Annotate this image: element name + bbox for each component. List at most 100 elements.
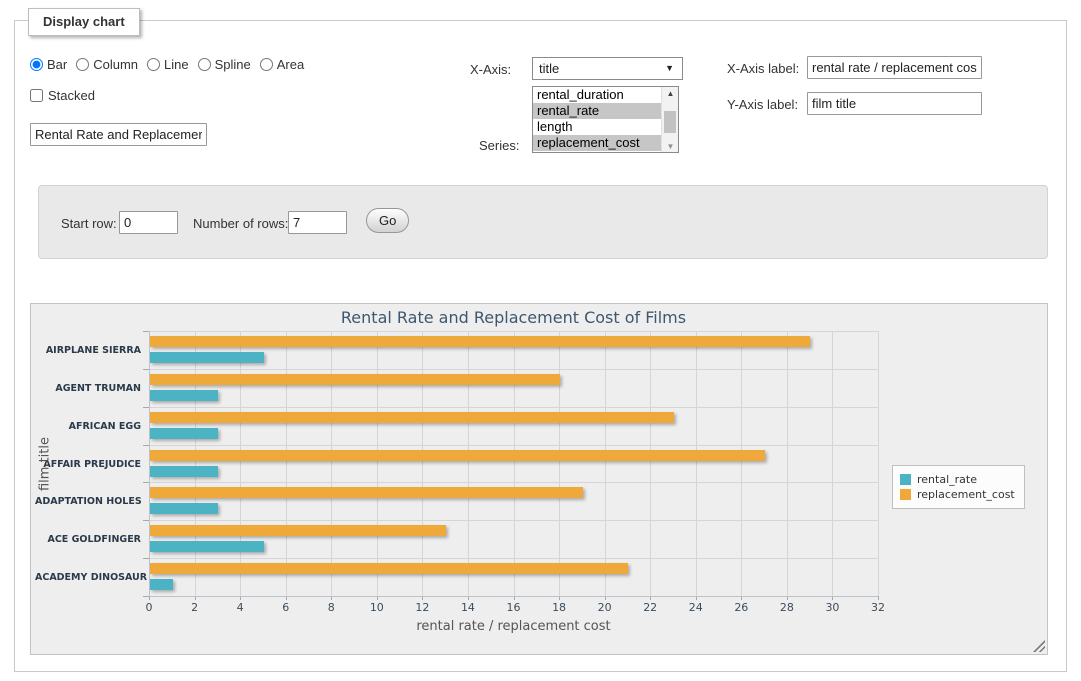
bar[interactable] — [150, 525, 446, 536]
radio-bar-label: Bar — [47, 57, 67, 72]
grid-line — [149, 445, 878, 446]
bar[interactable] — [150, 412, 674, 423]
start-row-label: Start row: — [61, 216, 117, 231]
page: Display chart Bar Column Line Spline Are… — [0, 0, 1081, 681]
x-axis-title: rental rate / replacement cost — [149, 619, 878, 634]
axis-line — [149, 596, 878, 597]
bar[interactable] — [150, 487, 583, 498]
radio-spline-input[interactable] — [198, 58, 211, 71]
series-option-rental-rate[interactable]: rental_rate — [533, 103, 661, 119]
radio-column-input[interactable] — [76, 58, 89, 71]
x-axis-label-input[interactable] — [807, 56, 982, 79]
grid-line — [286, 331, 287, 596]
radio-column-label: Column — [93, 57, 138, 72]
legend-item[interactable]: replacement_cost — [900, 488, 1015, 501]
chart-root: Rental Rate and Replacement Cost of Film… — [31, 304, 1047, 654]
stacked-label: Stacked — [48, 88, 95, 103]
chart-title: Rental Rate and Replacement Cost of Film… — [149, 308, 878, 327]
x-tick-label: 24 — [681, 601, 711, 614]
x-tick-label: 6 — [271, 601, 301, 614]
category-label: AGENT TRUMAN — [35, 383, 141, 394]
chart-type-radio-column[interactable]: Column — [76, 57, 138, 72]
bar[interactable] — [150, 563, 628, 574]
radio-line-label: Line — [164, 57, 189, 72]
series-option-rental-duration[interactable]: rental_duration — [533, 87, 661, 103]
series-option-length[interactable]: length — [533, 119, 661, 135]
x-axis-select[interactable]: title ▼ — [532, 57, 683, 80]
grid-line — [741, 331, 742, 596]
x-tick-label: 26 — [726, 601, 756, 614]
grid-line — [377, 331, 378, 596]
grid-line — [149, 482, 878, 483]
x-tick-label: 4 — [225, 601, 255, 614]
x-tick-label: 12 — [407, 601, 437, 614]
x-tick-label: 14 — [453, 601, 483, 614]
x-tick-label: 0 — [134, 601, 164, 614]
chart-title-input[interactable] — [30, 123, 207, 146]
legend-swatch — [900, 489, 911, 500]
bar[interactable] — [150, 450, 765, 461]
series-listbox[interactable]: rental_duration rental_rate length repla… — [532, 86, 679, 153]
grid-line — [559, 331, 560, 596]
number-of-rows-label: Number of rows: — [193, 216, 288, 231]
chart-type-radio-spline[interactable]: Spline — [198, 57, 251, 72]
bar[interactable] — [150, 374, 560, 385]
start-row-input[interactable] — [119, 211, 178, 234]
x-tick-label: 16 — [499, 601, 529, 614]
bar[interactable] — [150, 428, 218, 439]
bar[interactable] — [150, 503, 218, 514]
chart-type-radio-bar[interactable]: Bar — [30, 57, 67, 72]
grid-line — [149, 369, 878, 370]
legend-item[interactable]: rental_rate — [900, 473, 1015, 486]
chevron-down-icon: ▼ — [665, 63, 674, 73]
grid-line — [149, 520, 878, 521]
x-tick-label: 2 — [180, 601, 210, 614]
radio-bar-input[interactable] — [30, 58, 43, 71]
y-axis-label-input[interactable] — [807, 92, 982, 115]
chart-type-radios: Bar Column Line Spline Area — [30, 57, 313, 72]
bar[interactable] — [150, 541, 264, 552]
series-scrollbar[interactable]: ▲ ▼ — [661, 87, 678, 152]
bar[interactable] — [150, 336, 810, 347]
radio-area-label: Area — [277, 57, 304, 72]
grid-line — [149, 331, 878, 332]
grid-line — [240, 331, 241, 596]
x-tick-label: 28 — [772, 601, 802, 614]
radio-area-input[interactable] — [260, 58, 273, 71]
x-tick-label: 8 — [316, 601, 346, 614]
chart-panel: Rental Rate and Replacement Cost of Film… — [30, 303, 1048, 655]
grid-line — [149, 558, 878, 559]
category-label: ACE GOLDFINGER — [35, 534, 141, 545]
tick-mark — [878, 596, 879, 600]
scrollbar-thumb[interactable] — [664, 111, 676, 133]
grid-line — [650, 331, 651, 596]
y-axis-title: film title — [38, 436, 53, 490]
x-tick-label: 10 — [362, 601, 392, 614]
series-option-replacement-cost[interactable]: replacement_cost — [533, 135, 661, 151]
bar[interactable] — [150, 466, 218, 477]
category-label: ADAPTATION HOLES — [35, 496, 141, 507]
category-label: ACADEMY DINOSAUR — [35, 572, 141, 583]
stacked-checkbox-row[interactable]: Stacked — [30, 88, 95, 103]
chart-type-radio-line[interactable]: Line — [147, 57, 189, 72]
scroll-down-icon[interactable]: ▼ — [662, 142, 679, 151]
legend-label: rental_rate — [917, 473, 977, 486]
grid-line — [149, 407, 878, 408]
bar[interactable] — [150, 352, 264, 363]
x-axis-select-label: X-Axis: — [470, 62, 511, 77]
y-axis-label-caption: Y-Axis label: — [727, 97, 798, 112]
chart-type-radio-area[interactable]: Area — [260, 57, 304, 72]
grid-line — [787, 331, 788, 596]
x-tick-label: 18 — [544, 601, 574, 614]
stacked-checkbox[interactable] — [30, 89, 43, 102]
bar[interactable] — [150, 579, 173, 590]
go-button[interactable]: Go — [366, 208, 409, 233]
category-label: AIRPLANE SIERRA — [35, 345, 141, 356]
radio-line-input[interactable] — [147, 58, 160, 71]
series-list-label: Series: — [479, 138, 519, 153]
bar[interactable] — [150, 390, 218, 401]
x-tick-label: 20 — [590, 601, 620, 614]
scroll-up-icon[interactable]: ▲ — [662, 89, 679, 98]
panel-title: Display chart — [28, 8, 140, 36]
number-of-rows-input[interactable] — [288, 211, 347, 234]
